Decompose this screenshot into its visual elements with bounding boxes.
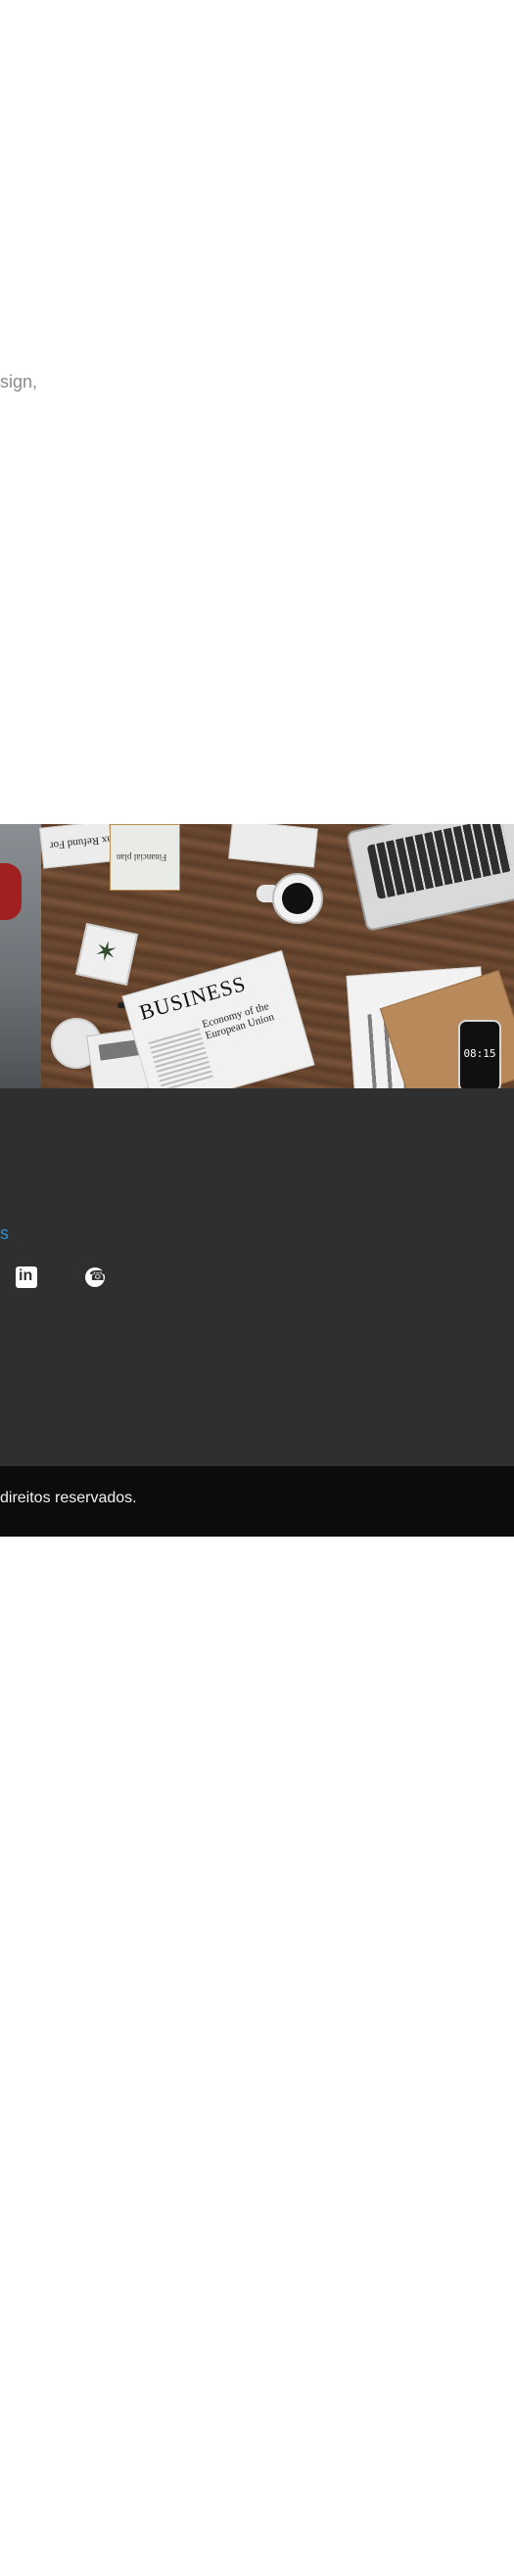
copyright-text: direitos reservados. bbox=[0, 1490, 137, 1506]
phone-time: 08:15 bbox=[463, 1047, 496, 1060]
footer: s bbox=[0, 1088, 514, 1466]
whatsapp-icon bbox=[84, 1266, 106, 1288]
left-photo-slice bbox=[0, 824, 41, 1088]
desk-photo: Tax Refund For Financial plan BUSINESS E… bbox=[39, 824, 514, 1088]
keyboard bbox=[366, 824, 513, 899]
whatsapp-button[interactable] bbox=[84, 1266, 106, 1288]
tax-form-paper: Tax Refund For bbox=[39, 824, 118, 869]
coffee-mug bbox=[272, 873, 323, 924]
laptop bbox=[346, 824, 514, 932]
phone: 08:15 bbox=[458, 1020, 501, 1088]
clipboard: Financial plan bbox=[110, 824, 180, 891]
linkedin-button[interactable] bbox=[16, 1266, 37, 1288]
tax-form-label: Tax Refund For bbox=[49, 832, 118, 851]
chart-paper bbox=[228, 824, 318, 868]
clipped-body-text: sign, bbox=[0, 372, 38, 391]
footer-link-fragment[interactable]: s bbox=[0, 1223, 9, 1244]
red-object bbox=[0, 863, 22, 920]
bottom-bar: direitos reservados. bbox=[0, 1466, 514, 1537]
linkedin-icon bbox=[16, 1266, 37, 1288]
office-desk-photo-band: Tax Refund For Financial plan BUSINESS E… bbox=[0, 824, 514, 1088]
newspaper-text-lines bbox=[148, 1028, 214, 1088]
clipboard-label: Financial plan bbox=[117, 852, 167, 862]
plant-pot bbox=[74, 922, 139, 987]
newspaper: BUSINESS Economy of the European Union bbox=[121, 949, 315, 1088]
